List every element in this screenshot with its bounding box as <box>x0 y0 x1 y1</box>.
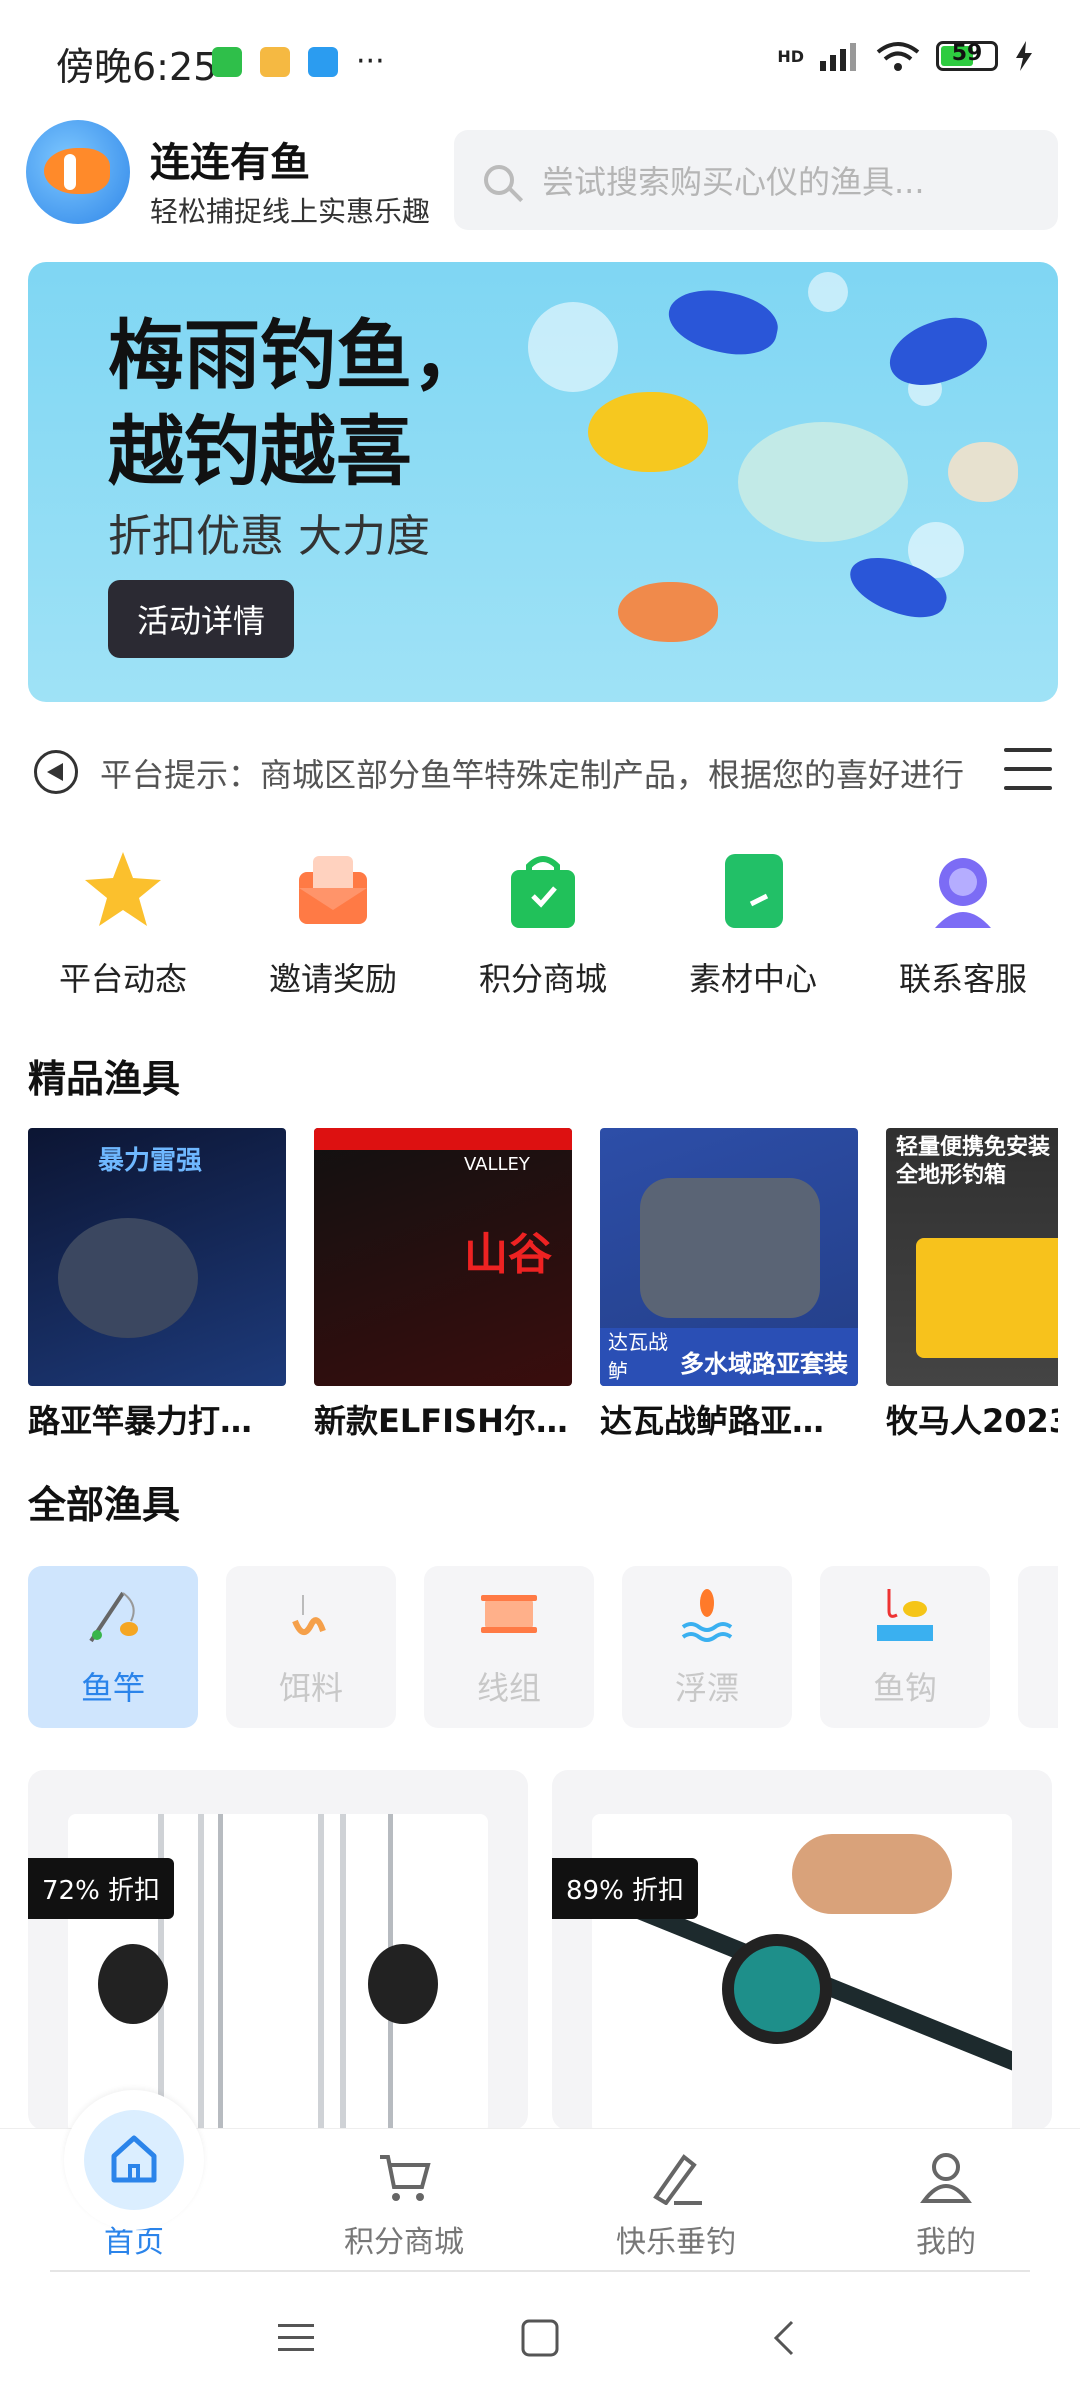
product-card[interactable]: 72% 折扣 <box>28 1770 528 2130</box>
network-label: HD <box>777 46 804 66</box>
discount-badge: 89% 折扣 <box>552 1858 699 1919</box>
product-image: 暴力雷强 <box>28 1128 286 1386</box>
app-tagline: 轻松捕捉线上实惠乐趣 <box>150 195 431 228</box>
fish-hook-icon <box>877 1589 933 1641</box>
shopping-bag-icon <box>511 856 575 928</box>
home-tab-highlight[interactable] <box>64 2090 204 2230</box>
product-card[interactable]: 89% 折扣 <box>552 1770 1052 2130</box>
app-name: 连连有鱼 <box>150 140 310 186</box>
mail-icon <box>299 856 367 924</box>
status-time: 傍晚6:25 <box>56 45 218 89</box>
back-icon[interactable] <box>766 2318 806 2358</box>
category-float[interactable]: 浮漂 <box>622 1566 792 1728</box>
battery-icon: 59 <box>936 41 998 71</box>
quick-link-invite-rewards[interactable]: 邀请奖励 <box>238 848 428 1000</box>
search-bar[interactable]: 尝试搜索购买心仪的渔具... <box>454 130 1058 230</box>
category-line[interactable]: 线组 <box>424 1566 594 1728</box>
tabbar-divider <box>50 2270 1030 2272</box>
category-fishing-rod[interactable]: 鱼竿 <box>28 1566 198 1728</box>
category-hook[interactable]: 鱼钩 <box>820 1566 990 1728</box>
tab-profile[interactable]: 我的 <box>846 2129 1046 2271</box>
quick-link-customer-service[interactable]: 联系客服 <box>868 848 1058 1000</box>
message-icon <box>260 46 290 77</box>
quick-link-points-mall[interactable]: 积分商城 <box>448 848 638 1000</box>
wifi-icon <box>876 42 920 71</box>
bait-worm-icon <box>292 1595 326 1635</box>
product-image: VALLEY 山谷 <box>314 1128 572 1386</box>
cloud-icon <box>308 46 338 77</box>
featured-product[interactable]: 达瓦战鲈 多水域路亚套装 达瓦战鲈路亚… <box>600 1128 858 1448</box>
notice-text: 平台提示：商城区部分鱼竿特殊定制产品，根据您的喜好进行 <box>100 756 965 794</box>
category-bait[interactable]: 饵料 <box>226 1566 396 1728</box>
fish-illustration <box>618 582 718 642</box>
recent-apps-icon[interactable] <box>276 2318 316 2358</box>
float-icon <box>681 1589 733 1642</box>
status-bar: 傍晚6:25 ··· HD 59 <box>0 0 1080 120</box>
quick-links: 平台动态 邀请奖励 积分商城 素材中心 联系客服 <box>28 848 1058 1000</box>
featured-product[interactable]: 暴力雷强 路亚竿暴力打… <box>28 1128 286 1448</box>
more-notifications: ··· <box>356 44 385 79</box>
notice-bar: 平台提示：商城区部分鱼竿特殊定制产品，根据您的喜好进行 <box>0 720 1080 820</box>
notification-icons: ··· <box>212 44 385 79</box>
user-icon <box>920 2153 972 2203</box>
featured-product[interactable]: 轻量便携免安装全地形钓箱 牧马人2023… <box>886 1128 1058 1448</box>
all-gear-section-title: 全部渔具 <box>28 1483 181 1527</box>
pen-icon <box>653 2154 702 2205</box>
system-indicators: HD 59 <box>777 40 1034 72</box>
cart-icon <box>380 2155 431 2201</box>
promo-banner[interactable]: 梅雨钓鱼， 越钓越喜 折扣优惠 大力度 活动详情 <box>28 262 1058 702</box>
fish-illustration <box>662 281 784 363</box>
star-icon <box>85 852 161 926</box>
search-icon <box>484 165 514 195</box>
wechat-icon <box>212 46 242 77</box>
home-nav-icon[interactable] <box>520 2318 560 2358</box>
banner-headline: 梅雨钓鱼， 越钓越喜 <box>108 311 488 496</box>
quick-link-material-center[interactable]: 素材中心 <box>658 848 848 1000</box>
category-more[interactable] <box>1018 1566 1058 1728</box>
fish-illustration <box>588 392 708 472</box>
search-placeholder: 尝试搜索购买心仪的渔具... <box>542 163 925 201</box>
line-spool-icon <box>481 1595 537 1633</box>
tab-points-mall[interactable]: 积分商城 <box>304 2129 504 2271</box>
quick-link-platform-news[interactable]: 平台动态 <box>28 848 218 1000</box>
featured-product[interactable]: VALLEY 山谷 新款ELFISH尔… <box>314 1128 572 1448</box>
charging-icon <box>1016 41 1032 71</box>
signal-icon <box>820 43 856 71</box>
discount-badge: 72% 折扣 <box>28 1858 175 1919</box>
banner-subtitle: 折扣优惠 大力度 <box>108 511 430 562</box>
system-navigation-bar <box>0 2290 1080 2400</box>
featured-section-title: 精品渔具 <box>28 1057 181 1101</box>
home-icon <box>111 2135 157 2183</box>
fishing-rod-icon <box>89 1591 138 1643</box>
product-image: 达瓦战鲈 多水域路亚套装 <box>600 1128 858 1386</box>
app-logo <box>26 120 130 224</box>
activity-details-button[interactable]: 活动详情 <box>108 580 294 658</box>
featured-products: 暴力雷强 路亚竿暴力打… VALLEY 山谷 新款ELFISH尔… 达瓦战鲈 多… <box>28 1128 1058 1448</box>
category-tabs: 鱼竿 饵料 线组 浮漂 鱼钩 <box>28 1566 1058 1728</box>
fish-illustration <box>948 442 1018 502</box>
product-image: 轻量便携免安装全地形钓箱 <box>886 1128 1058 1386</box>
speaker-icon <box>34 750 78 794</box>
tab-happy-fishing[interactable]: 快乐垂钓 <box>576 2129 776 2271</box>
folder-icon <box>725 854 783 928</box>
menu-icon[interactable] <box>1004 748 1052 790</box>
headset-icon <box>935 858 991 928</box>
